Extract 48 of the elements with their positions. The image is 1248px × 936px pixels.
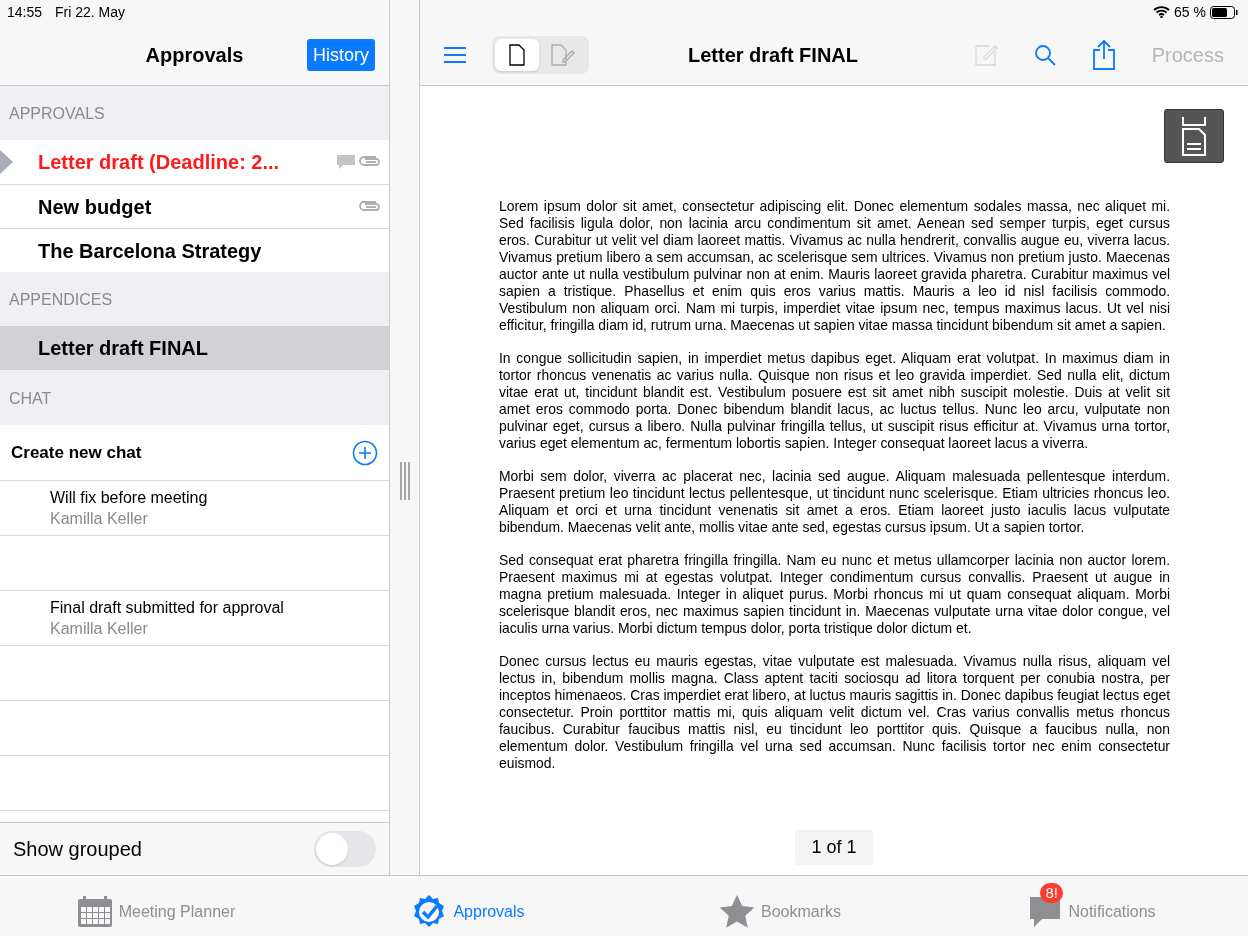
calendar-icon <box>76 896 113 928</box>
item-title: The Barcelona Strategy <box>38 238 262 264</box>
chat-message: Final draft submitted for approval <box>50 598 285 618</box>
document-title: Letter draft FINAL <box>688 42 858 68</box>
page-layout-button[interactable] <box>1164 109 1224 163</box>
share-icon[interactable] <box>1091 39 1116 70</box>
status-time: 14:55 <box>7 2 43 22</box>
chat-author: Kamilla Keller <box>50 619 149 639</box>
paperclip-icon <box>359 156 381 168</box>
section-header: APPROVALS <box>9 104 105 124</box>
panel-title: Approvals <box>145 42 244 68</box>
resize-grip-icon[interactable] <box>398 461 411 500</box>
tab-bar-item[interactable]: Approvals <box>411 882 525 930</box>
toggle-switch[interactable] <box>314 831 376 867</box>
document-paragraph: Donec cursus lectus eu mauris egestas, vitae vulputate est malesuada. Vivamus nulla risus, aliquam vel lectus in, bibendum mollis magna. Class aptent taciti sociosqu ad litora torquent per conubia nostra, per inceptos himenaeos. Cras imperdiet erat libero, at luctus mauris sagittis in. Donec dapibus feugiat lectus eget consectetur. Proin porttitor mattis mi, quis aliquam velit dictum vel. Cras varius convallis metus rhoncus faucibus. Curabitur faucibus mattis nisl, eu tincidunt leo porttitor quis. Quisque a faucibus nulla, non elementum dolor. Vestibulum fringilla vel urna sed accumsan. Nunc facilisis tortor nec enim consectetur euismod. <box>499 653 1170 772</box>
star-icon <box>719 895 755 929</box>
tab-bar-item[interactable]: Meeting Planner <box>76 884 236 928</box>
section-header: CHAT <box>9 389 52 409</box>
item-title: Letter draft FINAL <box>38 336 208 361</box>
page-layout-icon <box>1181 116 1207 156</box>
section-header: APPENDICES <box>9 290 113 310</box>
document-paragraph: Morbi sem dolor, viverra ac placerat nec, lacinia sed augue. Aliquam malesuada pellentesque interdum. Praesent pretium leo tincidunt lectus pellentesque, ut tincidunt nunc scelerisque. Etiam ultricies rhoncus leo. Aliquam et orci et urna tincidunt venenatis sit amet a eros. Etiam laoreet justo iaculis lacus vulputate bibendum. Maecenas velit ante, mollis vitae ante sed, egestas cursus ipsum. Ut a sapien tortor. <box>499 468 1170 536</box>
history-button[interactable]: History <box>307 39 375 71</box>
add-icon[interactable] <box>352 439 378 466</box>
item-title: Letter draft (Deadline: 2... <box>38 150 280 175</box>
battery-icon <box>1210 5 1238 19</box>
paperclip-icon <box>359 200 381 213</box>
item-title: New budget <box>38 194 152 220</box>
status-date: Fri 22. May <box>55 2 126 22</box>
document-paragraph: In congue sollicitudin sapien, in imperdiet metus dapibus eget. Aliquam erat volutpat. In maximus diam in tortor rhoncus venenatis ac varius nulla. Quisque non risus et leo gravida imperdiet. Sed nulla elit, dictum vitae erat ut, tincidunt blandit est. Vestibulum posuere est sit amet nibh suscipit molestie. Duis at velit sit amet eros commodo porta. Donec bibendum blandit lacus, ac luctus tellus. Nunc leo arcu, vulputate non pulvinar eget, cursus a libero. Nulla pulvinar fringilla tellus, ut suscipit risus efficitur at. Vivamus urna tortor, varius eget elementum ac, fermentum lobortis sapien. Integer consequat laoreet lacus a viverra. <box>499 350 1170 452</box>
tab-bar-item[interactable]: 8! Notifications <box>1028 883 1156 929</box>
menu-icon[interactable] <box>444 46 466 63</box>
list-item[interactable]: Letter draft FINAL <box>0 326 389 370</box>
document-icon <box>509 43 525 66</box>
page-indicator: 1 of 1 <box>795 830 873 865</box>
search-icon[interactable] <box>1033 43 1056 66</box>
document-pencil-icon <box>551 43 577 66</box>
document-paragraph: Sed consequat erat pharetra fringilla fringilla. Nam eu nunc et metus ullamcorper lacinia non auctor lorem. Praesent maximus mi at egestas volutpat. Integer condimentum cursus convallis. Praesent ut augue in magna pretium malesuada. Integer in aliquet purus. Morbi rhoncus mi ut quam consequat aliquam. Morbi scelerisque blandit eros, nec maximus sapien tincidunt in. Maecenas vulputate urna vitae dolor congue, vel iaculis urna varius. Morbi dictum tempus dolor, porta tristique dolor dictum et. <box>499 552 1170 637</box>
wifi-icon <box>1153 6 1171 18</box>
document-paragraph: Lorem ipsum dolor sit amet, consectetur adipiscing elit. Donec elementum sodales massa, nec aliquet mi. Sed facilisis ligula dolor, non lacinia arcu condimentum sit amet. Aenean sed semper turpis, eget cursus eros. Curabitur ut velit vel diam laoreet mattis. Vivamus ac nulla hendrerit, convallis augue eu, viverra lacus. Vivamus pretium libero a sem accumsan, ac scelerisque sem ultrices. Vivamus non pretium justo. Maecenas auctor ante ut nulla vestibulum pulvinar non at enim. Mauris laoreet gravida pharetra. Curabitur maximus vel sapien a tristique. Phasellus et enim quis eros varius mattis. Mauris a leo id nisl facilisis commodo. Vestibulum non aliquam orci. Nam mi turpis, imperdiet vitae ipsum nec, tempus maximus lacus. Ut vel nisi efficitur, fringilla diam id, rutrum urna. Maecenas ut sapien vitae massa tincidunt bibendum sit amet a sapien. <box>499 198 1170 334</box>
page-view-button[interactable] <box>495 38 539 71</box>
battery-percent: 65 % <box>1174 2 1206 22</box>
chat-author: Kamilla Keller <box>50 509 149 529</box>
chat-message: Will fix before meeting <box>50 488 209 508</box>
toggle-label: Show grouped <box>13 837 142 862</box>
notification-badge: 8! <box>1040 883 1063 903</box>
tab-bar-item[interactable]: Bookmarks <box>719 883 841 929</box>
create-chat-label: Create new chat <box>11 441 142 464</box>
